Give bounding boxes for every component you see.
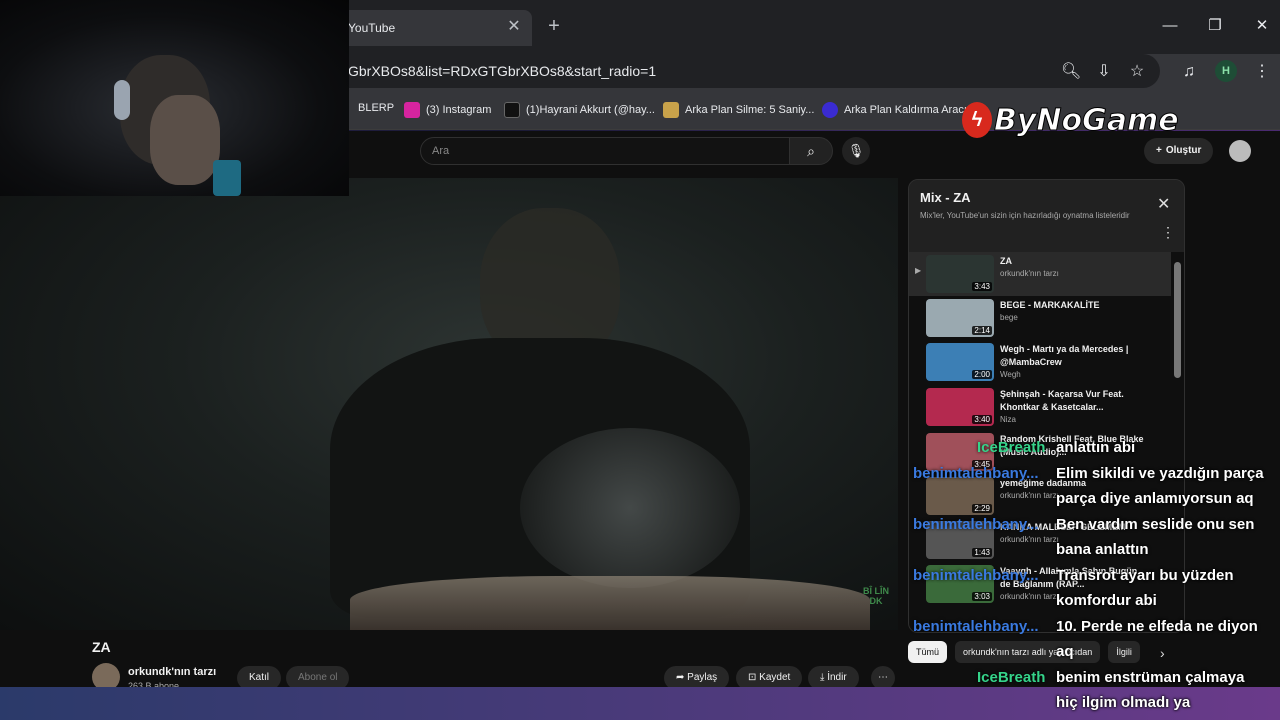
tab-title: YouTube [348, 21, 396, 35]
bookmark-tiktok[interactable]: (1)Hayrani Akkurt (@hay... [504, 102, 655, 118]
bookmark-favicon [663, 102, 679, 118]
bookmark-icon: ⊡ [748, 672, 760, 683]
search-icon: ⌕ [807, 143, 815, 159]
chat-message-line: hiç ilgim olmadı ya [1056, 694, 1191, 711]
bookmark-blerp[interactable]: BLERP [358, 102, 394, 114]
webcam-overlay [0, 0, 349, 196]
bookmark-arka-plan-silme[interactable]: Arka Plan Silme: 5 Saniy... [663, 102, 814, 118]
instagram-icon [404, 102, 420, 118]
voice-search-button[interactable]: 🎙︎ [842, 137, 870, 165]
webcam-microphone [213, 160, 241, 196]
video-title: ZA [92, 639, 111, 655]
url-text[interactable]: GbrXBOs8&list=RDxGTGbrXBOs8&start_radio=… [348, 63, 656, 79]
chat-message-line: benim enstrüman çalmaya [1056, 669, 1245, 686]
share-icon: ➦ [676, 672, 688, 683]
chat-username: benimtalehbany... [913, 567, 1039, 584]
chat-message-line: Elim sikildi ve yazdığın parça [1056, 465, 1264, 482]
video-frame-smoke [520, 428, 740, 588]
bookmark-favicon [822, 102, 838, 118]
search-placeholder: Ara [432, 145, 450, 157]
chat-username: IceBreath [977, 439, 1046, 456]
chat-message-line: komfordur abi [1056, 592, 1157, 609]
video-player[interactable]: BÎ LÎN DK [0, 178, 898, 630]
more-icon: ⋯ [878, 672, 888, 683]
stream-chat-overlay: IceBreath anlattın abi benimtalehbany... El… [900, 0, 1280, 720]
browser-tab[interactable]: YouTube ✕ [336, 10, 532, 46]
webcam-headset [114, 80, 130, 120]
search-button[interactable]: ⌕ [789, 137, 833, 165]
microphone-icon: 🎙︎ [847, 143, 865, 158]
webcam-person-hand [150, 95, 220, 185]
channel-name[interactable]: orkundk'nın tarzı [128, 666, 216, 678]
chat-message-line: bana anlattın [1056, 541, 1149, 558]
tab-close-icon[interactable]: ✕ [506, 19, 522, 35]
chat-message-line: Ben vardım seslide onu sen [1056, 516, 1255, 533]
chat-message-line: Transrot ayarı bu yüzden [1056, 567, 1234, 584]
search-input[interactable] [420, 137, 790, 165]
chat-message-line: 10. Perde ne elfeda ne diyon [1056, 618, 1258, 635]
new-tab-button[interactable]: + [544, 16, 564, 38]
screen: YouTube ✕ + — ❐ ✕ GbrXBOs8&list=RDxGTGbr… [0, 0, 1280, 720]
chat-message-line: parça diye anlamıyorsun aq [1056, 490, 1254, 507]
video-watermark: BÎ LÎN DK [863, 586, 889, 606]
video-frame-drum [350, 576, 870, 630]
chat-username: benimtalehbany... [913, 618, 1039, 635]
chat-message-line: anlattın abi [1056, 439, 1136, 456]
bookmark-instagram[interactable]: (3) Instagram [404, 102, 491, 118]
tiktok-icon [504, 102, 520, 118]
chat-message-line: aq [1056, 643, 1074, 660]
chat-username: IceBreath [977, 669, 1046, 686]
chat-username: benimtalehbany... [913, 516, 1039, 533]
chat-username: benimtalehbany... [913, 465, 1039, 482]
